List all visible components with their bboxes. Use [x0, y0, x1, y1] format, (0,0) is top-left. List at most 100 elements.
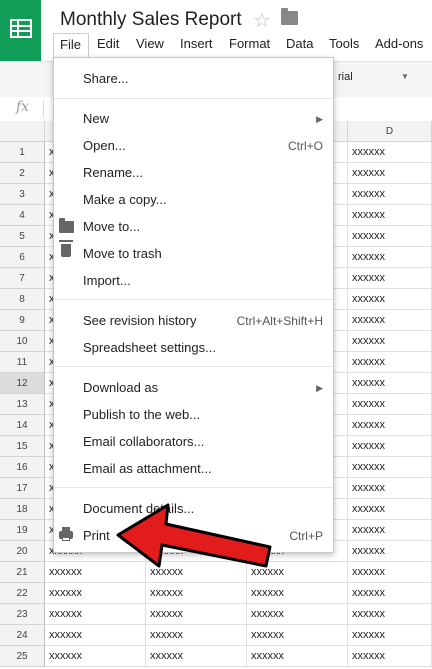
column-header-d[interactable]: D: [348, 121, 432, 142]
row-header[interactable]: 20: [0, 541, 45, 562]
chevron-down-icon[interactable]: ▼: [401, 72, 409, 81]
row-header[interactable]: 21: [0, 562, 45, 583]
grid-cell[interactable]: xxxxxx: [348, 268, 432, 289]
row-header[interactable]: 18: [0, 499, 45, 520]
select-all-corner[interactable]: [0, 121, 45, 142]
grid-cell[interactable]: xxxxxx: [348, 499, 432, 520]
grid-cell[interactable]: xxxxxx: [348, 184, 432, 205]
grid-cell[interactable]: xxxxxx: [348, 163, 432, 184]
row-header[interactable]: 9: [0, 310, 45, 331]
menu-item-share[interactable]: Share...: [83, 71, 129, 86]
grid-cell[interactable]: xxxxxx: [247, 562, 348, 583]
menu-item-new[interactable]: New: [83, 111, 109, 126]
menu-item-publish[interactable]: Publish to the web...: [83, 407, 200, 422]
menu-separator: [54, 98, 333, 99]
row-header[interactable]: 17: [0, 478, 45, 499]
grid-cell[interactable]: xxxxxx: [348, 415, 432, 436]
menu-item-rename[interactable]: Rename...: [83, 165, 143, 180]
row-header[interactable]: 8: [0, 289, 45, 310]
grid-cell[interactable]: xxxxxx: [146, 562, 247, 583]
font-family-select[interactable]: rial: [338, 71, 353, 83]
row-header[interactable]: 15: [0, 436, 45, 457]
folder-icon[interactable]: [281, 8, 298, 25]
menu-file[interactable]: File: [53, 33, 89, 57]
grid-cell[interactable]: xxxxxx: [247, 604, 348, 625]
grid-cell[interactable]: xxxxxx: [348, 478, 432, 499]
menu-data[interactable]: Data: [286, 36, 313, 51]
menu-item-spreadsheet-settings[interactable]: Spreadsheet settings...: [83, 340, 216, 355]
grid-cell[interactable]: xxxxxx: [146, 604, 247, 625]
grid-cell[interactable]: xxxxxx: [247, 625, 348, 646]
menu-item-email-collaborators[interactable]: Email collaborators...: [83, 434, 204, 449]
grid-cell[interactable]: xxxxxx: [247, 583, 348, 604]
grid-cell[interactable]: xxxxxx: [348, 394, 432, 415]
menu-format[interactable]: Format: [229, 36, 270, 51]
menu-view[interactable]: View: [136, 36, 164, 51]
grid-cell[interactable]: xxxxxx: [247, 646, 348, 667]
grid-cell[interactable]: xxxxxx: [348, 583, 432, 604]
shortcut-print: Ctrl+P: [289, 529, 323, 543]
row-header[interactable]: 14: [0, 415, 45, 436]
grid-cell[interactable]: xxxxxx: [348, 457, 432, 478]
row-header[interactable]: 11: [0, 352, 45, 373]
row-header[interactable]: 4: [0, 205, 45, 226]
row-header[interactable]: 3: [0, 184, 45, 205]
grid-cell[interactable]: xxxxxx: [45, 646, 146, 667]
menu-item-document-details[interactable]: Document details...: [83, 501, 194, 516]
grid-cell[interactable]: xxxxxx: [146, 646, 247, 667]
grid-cell[interactable]: xxxxxx: [348, 625, 432, 646]
row-header[interactable]: 23: [0, 604, 45, 625]
menu-item-make-copy[interactable]: Make a copy...: [83, 192, 167, 207]
grid-cell[interactable]: xxxxxx: [45, 604, 146, 625]
grid-cell[interactable]: xxxxxx: [45, 583, 146, 604]
grid-cell[interactable]: xxxxxx: [348, 436, 432, 457]
row-header[interactable]: 1: [0, 142, 45, 163]
row-header[interactable]: 19: [0, 520, 45, 541]
row-header[interactable]: 13: [0, 394, 45, 415]
row-header[interactable]: 24: [0, 625, 45, 646]
row-header[interactable]: 12: [0, 373, 45, 394]
row-header[interactable]: 5: [0, 226, 45, 247]
grid-cell[interactable]: xxxxxx: [348, 142, 432, 163]
grid-cell[interactable]: xxxxxx: [45, 562, 146, 583]
menu-tools[interactable]: Tools: [329, 36, 359, 51]
row-header[interactable]: 7: [0, 268, 45, 289]
grid-cell[interactable]: xxxxxx: [348, 205, 432, 226]
menu-item-email-attachment[interactable]: Email as attachment...: [83, 461, 212, 476]
grid-cell[interactable]: xxxxxx: [348, 520, 432, 541]
grid-cell[interactable]: xxxxxx: [348, 310, 432, 331]
menu-item-move-to-trash[interactable]: Move to trash: [83, 246, 162, 261]
grid-cell[interactable]: xxxxxx: [146, 583, 247, 604]
grid-cell[interactable]: xxxxxx: [348, 562, 432, 583]
menu-edit[interactable]: Edit: [97, 36, 119, 51]
menu-item-open[interactable]: Open...: [83, 138, 126, 153]
sheets-logo-icon[interactable]: [0, 0, 41, 61]
row-header[interactable]: 22: [0, 583, 45, 604]
grid-cell[interactable]: xxxxxx: [348, 373, 432, 394]
grid-cell[interactable]: xxxxxx: [45, 625, 146, 646]
menu-item-revision-history[interactable]: See revision history: [83, 313, 196, 328]
grid-cell[interactable]: xxxxxx: [146, 625, 247, 646]
row-header[interactable]: 10: [0, 331, 45, 352]
menu-item-move-to[interactable]: Move to...: [83, 219, 140, 234]
star-icon[interactable]: ☆: [253, 8, 271, 33]
row-header[interactable]: 2: [0, 163, 45, 184]
row-header[interactable]: 16: [0, 457, 45, 478]
document-title[interactable]: Monthly Sales Report: [60, 9, 242, 31]
menu-item-print[interactable]: Print: [83, 528, 110, 543]
row-header[interactable]: 6: [0, 247, 45, 268]
grid-cell[interactable]: xxxxxx: [348, 646, 432, 667]
menu-insert[interactable]: Insert: [180, 36, 213, 51]
menu-item-import[interactable]: Import...: [83, 273, 131, 288]
grid-cell[interactable]: xxxxxx: [348, 247, 432, 268]
grid-cell[interactable]: xxxxxx: [348, 604, 432, 625]
grid-cell[interactable]: xxxxxx: [348, 226, 432, 247]
menu-addons[interactable]: Add-ons: [375, 36, 423, 51]
grid-cell[interactable]: xxxxxx: [348, 331, 432, 352]
menu-item-download-as[interactable]: Download as: [83, 380, 158, 395]
shortcut-revision-history: Ctrl+Alt+Shift+H: [236, 314, 323, 328]
grid-cell[interactable]: xxxxxx: [348, 352, 432, 373]
grid-cell[interactable]: xxxxxx: [348, 289, 432, 310]
grid-cell[interactable]: xxxxxx: [348, 541, 432, 562]
row-header[interactable]: 25: [0, 646, 45, 667]
